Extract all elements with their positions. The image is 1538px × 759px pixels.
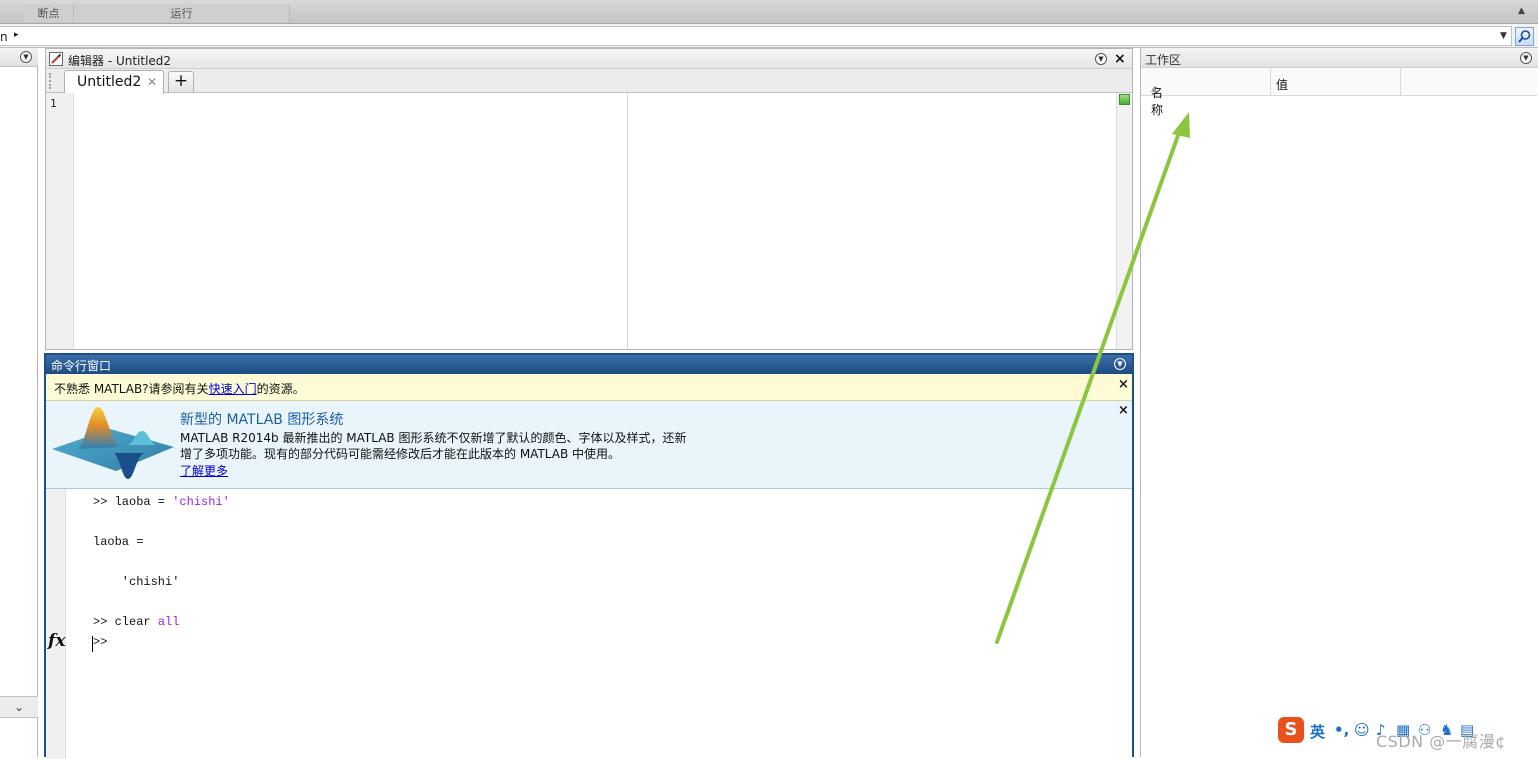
punctuation-icon[interactable]: •, — [1334, 721, 1349, 739]
annotation-arrow — [995, 112, 1190, 644]
emoji-icon[interactable]: ☺ — [1354, 721, 1370, 739]
ime-mode-toggle[interactable]: 英 — [1310, 721, 1325, 742]
watermark-text: CSDN @一腐漫¢ — [1376, 732, 1506, 751]
sogou-logo-icon[interactable]: S — [1278, 717, 1304, 743]
